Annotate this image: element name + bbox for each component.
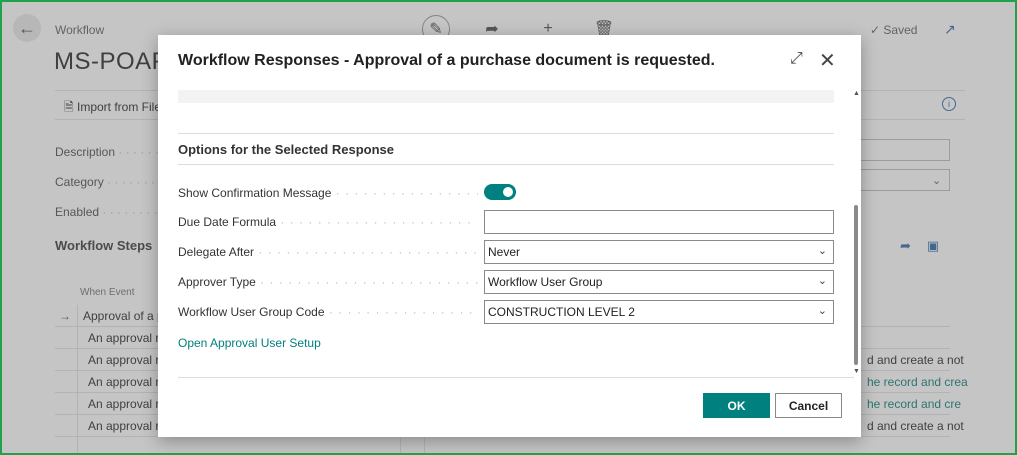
scroll-down-icon[interactable]: ▼: [853, 368, 860, 375]
delegate-after-row: Delegate After Never ⌄: [178, 240, 834, 264]
scroll-up-icon[interactable]: ▲: [853, 90, 860, 97]
due-date-label: Due Date Formula: [178, 215, 478, 229]
show-confirmation-toggle[interactable]: [484, 184, 516, 200]
approver-type-label: Approver Type: [178, 275, 478, 289]
user-group-row: Workflow User Group Code CONSTRUCTION LE…: [178, 300, 834, 324]
user-group-value: CONSTRUCTION LEVEL 2: [488, 305, 635, 319]
user-group-label: Workflow User Group Code: [178, 305, 478, 319]
approver-type-select[interactable]: Workflow User Group ⌄: [484, 270, 834, 294]
approver-type-value: Workflow User Group: [488, 275, 603, 289]
delegate-after-label: Delegate After: [178, 245, 478, 259]
dialog-scrollbar[interactable]: ▲ ▼: [851, 90, 861, 375]
divider: [178, 377, 854, 378]
chevron-down-icon: ⌄: [817, 305, 827, 317]
approver-type-row: Approver Type Workflow User Group ⌄: [178, 270, 834, 294]
delegate-after-select[interactable]: Never ⌄: [484, 240, 834, 264]
due-date-input[interactable]: [484, 210, 834, 234]
divider: [178, 133, 834, 134]
ok-button[interactable]: OK: [703, 393, 770, 418]
expand-icon[interactable]: ⤢: [790, 50, 803, 68]
dialog-title: Workflow Responses - Approval of a purch…: [178, 52, 715, 69]
toggle-knob: [503, 187, 513, 197]
show-confirmation-label: Show Confirmation Message: [178, 186, 478, 200]
app-window: ← Workflow MS-POAPV ✎ ➦ + 🗑 ✓ Saved ↗ 🗎 …: [0, 0, 1017, 455]
responses-list-row[interactable]: [178, 90, 834, 103]
divider: [178, 164, 834, 165]
show-confirmation-row: Show Confirmation Message: [178, 181, 834, 205]
cancel-button[interactable]: Cancel: [775, 393, 842, 418]
close-icon[interactable]: ✕: [819, 48, 836, 73]
delegate-after-value: Never: [488, 245, 521, 259]
chevron-down-icon: ⌄: [817, 275, 827, 287]
options-section-title: Options for the Selected Response: [178, 142, 394, 157]
open-approval-user-setup-link[interactable]: Open Approval User Setup: [178, 336, 321, 350]
user-group-select[interactable]: CONSTRUCTION LEVEL 2 ⌄: [484, 300, 834, 324]
due-date-row: Due Date Formula: [178, 210, 834, 234]
workflow-responses-dialog: Workflow Responses - Approval of a purch…: [158, 35, 861, 437]
scrollbar-thumb[interactable]: [854, 205, 858, 365]
chevron-down-icon: ⌄: [817, 245, 827, 257]
